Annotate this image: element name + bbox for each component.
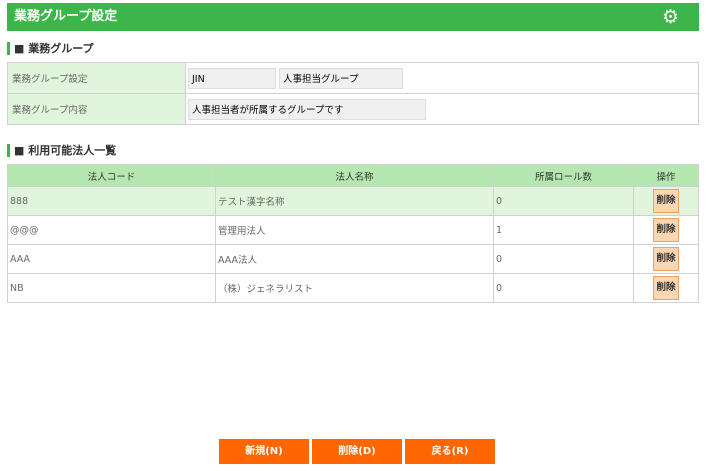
corp-table: 法人コード 法人名称 所属ロール数 操作 888 テスト漢字名称 0 削除 @@@ 管理用法人… <box>7 164 699 303</box>
page-header: 業務グループ設定 ⚙ <box>7 3 699 31</box>
cell-code: 888 <box>7 186 216 216</box>
col-code: 法人コード <box>7 164 216 187</box>
gear-icon[interactable]: ⚙ <box>662 7 679 27</box>
cell-name: テスト漢字名称 <box>215 186 494 216</box>
cell-name: 管理用法人 <box>215 215 494 245</box>
group-content-field[interactable]: 人事担当者が所属するグループです <box>188 98 426 120</box>
delete-button[interactable]: 削除(D) <box>312 439 402 464</box>
delete-row-button[interactable]: 削除 <box>653 189 679 213</box>
delete-row-button[interactable]: 削除 <box>653 276 679 300</box>
cell-name: （株）ジェネラリスト <box>215 273 494 303</box>
delete-row-button[interactable]: 削除 <box>653 247 679 271</box>
cell-name: AAA法人 <box>215 244 494 274</box>
delete-row-button[interactable]: 削除 <box>653 218 679 242</box>
cell-roles: 0 <box>493 186 634 216</box>
label-group-content: 業務グループ内容 <box>7 93 186 125</box>
col-action: 操作 <box>633 164 699 187</box>
back-button[interactable]: 戻る(R) <box>405 439 495 464</box>
cell-code: @@@ <box>7 215 216 245</box>
cell-roles: 0 <box>493 273 634 303</box>
section-title-group: ■ 業務グループ <box>7 42 94 55</box>
group-table: 業務グループ設定 JIN 人事担当グループ 業務グループ内容 人事担当者が所属す… <box>7 62 699 125</box>
table-row[interactable]: AAA AAA法人 0 削除 <box>7 244 699 274</box>
col-roles: 所属ロール数 <box>493 164 634 187</box>
cell-code: NB <box>7 273 216 303</box>
cell-roles: 1 <box>493 215 634 245</box>
cell-code: AAA <box>7 244 216 274</box>
page-title: 業務グループ設定 <box>14 9 118 24</box>
cell-roles: 0 <box>493 244 634 274</box>
new-button[interactable]: 新規(N) <box>219 439 309 464</box>
col-name: 法人名称 <box>215 164 494 187</box>
group-code-field[interactable]: JIN <box>188 67 276 89</box>
table-row[interactable]: @@@ 管理用法人 1 削除 <box>7 215 699 245</box>
table-row[interactable]: NB （株）ジェネラリスト 0 削除 <box>7 273 699 303</box>
table-row[interactable]: 888 テスト漢字名称 0 削除 <box>7 186 699 216</box>
label-group-setting: 業務グループ設定 <box>7 62 186 94</box>
section-title-corps: ■ 利用可能法人一覧 <box>7 144 116 157</box>
group-name-field[interactable]: 人事担当グループ <box>279 67 404 89</box>
